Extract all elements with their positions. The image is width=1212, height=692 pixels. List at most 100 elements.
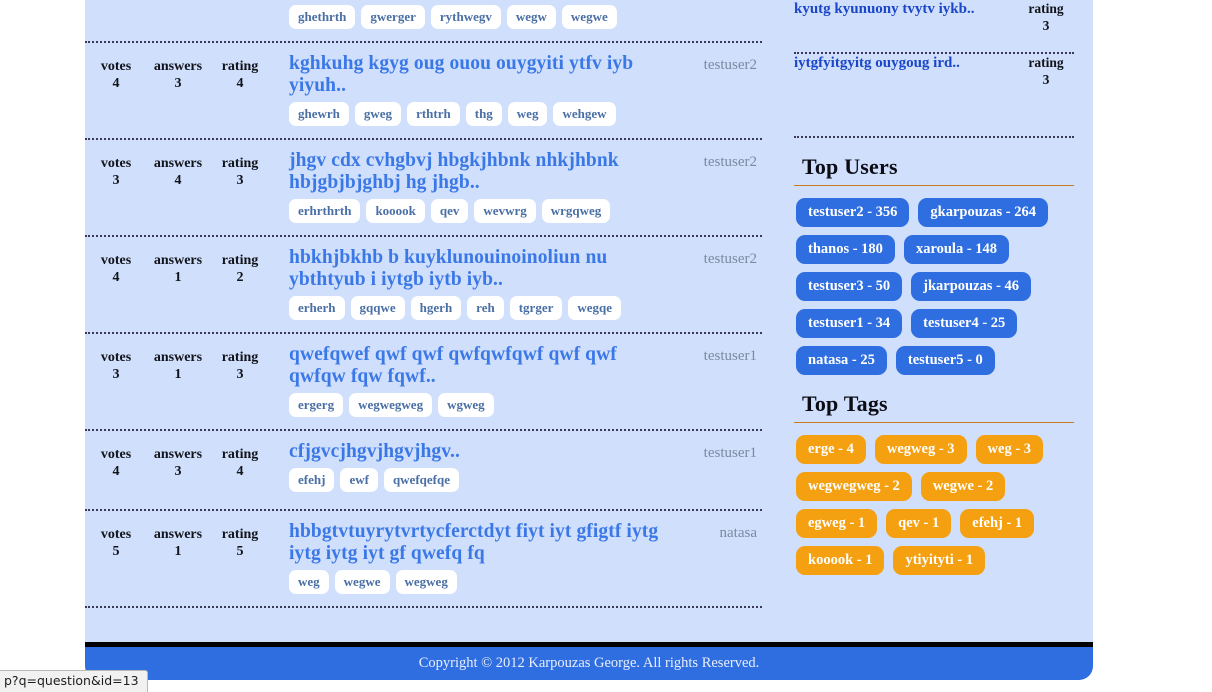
- question-title-link[interactable]: qwefqwef qwf qwf qwfqwfqwf qwf qwf qwfqw…: [289, 344, 664, 388]
- question-tag[interactable]: efehj: [289, 468, 335, 492]
- question-title-link[interactable]: hbkhjbkhb b kuyklunouinoinoliun nu ybtht…: [289, 247, 664, 291]
- question-tag[interactable]: reh: [467, 296, 504, 320]
- question-author-link[interactable]: natasa: [670, 521, 762, 542]
- question-votes-stat: votes 4: [85, 247, 147, 286]
- question-tag[interactable]: wrgqweg: [541, 199, 611, 223]
- question-title-link[interactable]: hbbgtvtuyrytvrtycferctdyt fiyt iyt gfigt…: [289, 521, 664, 565]
- sidebar-question-link[interactable]: kyutg kyunuony tvytv iykb..: [794, 0, 1018, 19]
- question-title-link[interactable]: kghkuhg kgyg oug ouou ouygyiti ytfv iyb …: [289, 53, 664, 97]
- stat-value: 1: [174, 270, 182, 285]
- top-user-pill[interactable]: gkarpouzas - 264: [918, 198, 1048, 227]
- top-tags-heading: Top Tags: [802, 391, 888, 416]
- stat-label: answers: [153, 253, 203, 268]
- question-tag[interactable]: rthtrh: [407, 102, 460, 126]
- question-answers-stat: answers 1: [147, 344, 209, 383]
- rating-value: 3: [1042, 72, 1050, 87]
- question-rating-stat: rating 4: [209, 53, 271, 92]
- top-tag-pill[interactable]: wegwegweg - 2: [796, 472, 912, 501]
- top-tag-pill[interactable]: erge - 4: [796, 435, 866, 464]
- question-tag[interactable]: qwefqefqe: [383, 468, 459, 492]
- question-tag[interactable]: ergerg: [289, 393, 344, 417]
- question-tag[interactable]: wgweg: [438, 393, 494, 417]
- top-tag-pill[interactable]: egweg - 1: [796, 509, 878, 538]
- question-tag[interactable]: thg: [465, 102, 502, 126]
- question-tag[interactable]: weg: [507, 102, 548, 126]
- question-tag[interactable]: ewf: [340, 468, 378, 492]
- top-user-pill[interactable]: testuser3 - 50: [796, 272, 903, 301]
- question-row: votes 3 answers 4 rating 3 jhgv cdx cvhgbvj hb…: [85, 140, 762, 237]
- question-tag[interactable]: gqqwe: [350, 296, 405, 320]
- top-users-heading: Top Users: [802, 154, 898, 179]
- question-title-link[interactable]: jhgv cdx cvhgbvj hbgkjhbnk nhkjhbnk hbjg…: [289, 150, 664, 194]
- question-tag[interactable]: erhrthrth: [289, 199, 361, 223]
- question-tag[interactable]: wevwrg: [474, 199, 536, 223]
- question-tag[interactable]: gweg: [354, 102, 402, 126]
- stat-value: 4: [236, 76, 244, 91]
- question-tag-list: erhrthrth kooook qev wevwrg wrgqweg: [289, 199, 664, 223]
- stat-value: 3: [174, 464, 182, 479]
- question-main: hbbgtvtuyrytvrtycferctdyt fiyt iyt gfigt…: [271, 521, 670, 594]
- question-author-link[interactable]: testuser1: [670, 344, 762, 365]
- top-users-list: testuser2 - 356 gkarpouzas - 264 thanos - …: [794, 198, 1074, 375]
- stat-value: 3: [236, 173, 244, 188]
- top-user-pill[interactable]: testuser2 - 356: [796, 198, 910, 227]
- top-tags-divider: [794, 422, 1074, 423]
- question-tag-list: erherh gqqwe hgerh reh tgrger wegqe: [289, 296, 664, 320]
- sidebar-question-row: kyutg kyunuony tvytv iykb.. rating 3: [794, 0, 1074, 54]
- question-tag[interactable]: wegweg: [395, 570, 457, 594]
- question-tag[interactable]: wegwe: [334, 570, 390, 594]
- question-tag[interactable]: wegw: [506, 5, 556, 29]
- top-user-pill[interactable]: jkarpouzas - 46: [911, 272, 1032, 301]
- top-user-pill[interactable]: testuser4 - 25: [911, 309, 1018, 338]
- question-author-link[interactable]: testuser2: [670, 53, 762, 74]
- top-tag-pill[interactable]: qev - 1: [886, 509, 952, 538]
- question-rating-stat: rating 5: [209, 521, 271, 560]
- top-user-pill[interactable]: thanos - 180: [796, 235, 895, 264]
- question-tag[interactable]: gwerger: [361, 5, 425, 29]
- sidebar-top-questions: kyutg kyunuony tvytv iykb.. rating 3 iytgfy…: [794, 0, 1074, 138]
- top-tag-pill[interactable]: kooook - 1: [796, 546, 885, 575]
- question-votes-stat: votes 3: [85, 150, 147, 189]
- question-rating-stat: rating 4: [209, 441, 271, 480]
- question-tag[interactable]: wegwegweg: [349, 393, 433, 417]
- question-row: votes 4 answers 3 rating 4 kghkuhg kgyg oug ou…: [85, 43, 762, 140]
- question-author-link[interactable]: testuser2: [670, 150, 762, 171]
- sidebar-question-link[interactable]: iytgfyitgyitg ouygoug ird..: [794, 54, 1018, 73]
- question-tag[interactable]: wegqe: [568, 296, 622, 320]
- question-author-link[interactable]: testuser2: [670, 247, 762, 268]
- question-main: jhgv cdx cvhgbvj hbgkjhbnk nhkjhbnk hbjg…: [271, 150, 670, 223]
- top-user-pill[interactable]: xaroula - 148: [903, 235, 1010, 264]
- top-user-pill[interactable]: testuser5 - 0: [895, 346, 995, 375]
- question-author-link[interactable]: testuser1: [670, 441, 762, 462]
- top-user-pill[interactable]: testuser1 - 34: [796, 309, 903, 338]
- question-tag[interactable]: weg: [289, 570, 329, 594]
- question-votes-stat: votes 4: [85, 441, 147, 480]
- question-title-link[interactable]: cfjgvcjhgvjhgvjhgv..: [289, 441, 664, 463]
- question-votes-stat: votes 4: [85, 53, 147, 92]
- top-tag-pill[interactable]: efehj - 1: [960, 509, 1035, 538]
- question-rating-stat: rating 3: [209, 344, 271, 383]
- top-tag-pill[interactable]: wegweg - 3: [874, 435, 967, 464]
- question-tag[interactable]: wehgew: [553, 102, 616, 126]
- question-tag[interactable]: ghethrth: [289, 5, 356, 29]
- top-user-pill[interactable]: natasa - 25: [796, 346, 887, 375]
- question-votes-stat: votes 3: [85, 344, 147, 383]
- top-users-divider: [794, 185, 1074, 186]
- question-tag[interactable]: kooook: [366, 199, 425, 223]
- question-tag[interactable]: rythwegv: [430, 5, 501, 29]
- top-tag-pill[interactable]: weg - 3: [975, 435, 1044, 464]
- top-tag-pill[interactable]: ytiyityti - 1: [893, 546, 986, 575]
- page-container: ghethrth gwerger rythwegv wegw wegwe votes 4 an…: [85, 0, 1093, 680]
- stat-label: answers: [153, 59, 203, 74]
- top-tag-pill[interactable]: wegwe - 2: [920, 472, 1006, 501]
- stat-value: 4: [112, 76, 120, 91]
- question-tag[interactable]: wegwe: [561, 5, 617, 29]
- question-tag[interactable]: ghewrh: [289, 102, 349, 126]
- question-tag[interactable]: hgerh: [410, 296, 462, 320]
- question-tag-list: ergerg wegwegweg wgweg: [289, 393, 664, 417]
- question-main: cfjgvcjhgvjhgvjhgv.. efehj ewf qwefqefqe: [271, 441, 670, 492]
- question-tag[interactable]: tgrger: [509, 296, 563, 320]
- question-tag[interactable]: erherh: [289, 296, 345, 320]
- question-tag[interactable]: qev: [430, 199, 469, 223]
- stat-value: 3: [112, 173, 120, 188]
